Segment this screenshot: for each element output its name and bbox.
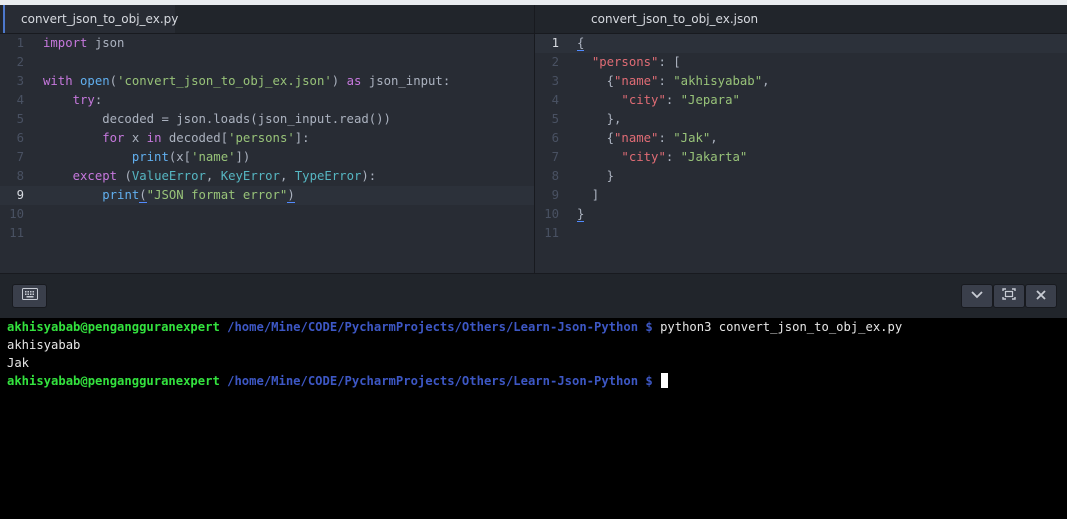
code-text: print("JSON format error") [102,188,295,203]
tab-convert-json-to-obj-json[interactable]: convert_json_to_obj_ex.json [535,5,799,33]
line-number: 10 [544,207,559,221]
line-number: 11 [9,226,24,240]
line-number: 6 [16,131,24,145]
line-number: 4 [16,93,24,107]
line-number: 7 [551,150,559,164]
code-text: for x in decoded['persons']: [102,131,310,145]
line-number: 8 [551,169,559,183]
maximize-icon [1002,288,1016,300]
code-line-current: 9 print("JSON format error") [0,186,534,205]
code-line: 10} [535,205,1067,224]
code-text: with open('convert_json_to_obj_ex.json')… [43,74,451,88]
code-text: try: [72,93,103,107]
code-text: decoded = json.loads(json_input.read()) [43,112,391,126]
code-text: except (ValueError, KeyError, TypeError)… [72,169,377,183]
terminal-command: python3 convert_json_to_obj_ex.py [660,320,903,334]
code-text: }, [577,112,622,126]
line-number: 3 [551,74,559,88]
close-icon [1036,290,1046,300]
code-line: 11 [535,224,1067,243]
code-text: "city": "Jakarta" [621,150,748,164]
terminal-output-line: akhisyabab [7,338,81,352]
terminal-toolbar [0,273,1067,319]
keyboard-button[interactable] [12,284,47,308]
line-number: 3 [16,74,24,88]
line-number: 5 [551,112,559,126]
keyboard-icon [21,288,38,300]
code-editor-json[interactable]: 1{ 2 "persons": [ 3 {"name": "akhisyabab… [535,34,1067,273]
code-line: 4 "city": "Jepara" [535,91,1067,110]
maximize-terminal-button[interactable] [993,284,1025,308]
code-line: 3 {"name": "akhisyabab", [535,72,1067,91]
line-number: 11 [544,226,559,240]
tab-convert-json-to-obj-py[interactable]: convert_json_to_obj_ex.py [3,5,178,33]
line-number: 9 [16,188,24,202]
line-number: 7 [16,150,24,164]
terminal-line-command: akhisyabab@pengangguranexpert /home/Mine… [7,318,1067,336]
prompt-user-host: akhisyabab@pengangguranexpert [7,320,220,334]
code-text: } [577,207,585,222]
code-line: 2 "persons": [ [535,53,1067,72]
line-number: 6 [551,131,559,145]
code-line: 10 [0,205,534,224]
code-line-current: 1{ [535,34,1067,53]
code-line: 5 decoded = json.loads(json_input.read()… [0,110,534,129]
code-line: 7 print(x['name']) [0,148,534,167]
chevron-down-icon [971,291,983,299]
terminal-line-prompt: akhisyabab@pengangguranexpert /home/Mine… [7,372,1067,390]
code-text: } [577,169,615,183]
prompt-path: /home/Mine/CODE/PycharmProjects/Others/L… [219,374,639,388]
prompt-path: /home/Mine/CODE/PycharmProjects/Others/L… [219,320,639,334]
code-line: 1 import json [0,34,534,53]
code-line: 4 try: [0,91,534,110]
code-line: 8 } [535,167,1067,186]
code-line: 5 }, [535,110,1067,129]
editor-pane-python: convert_json_to_obj_ex.py 1 import json 2… [0,5,534,273]
prompt-user-host: akhisyabab@pengangguranexpert [7,374,220,388]
terminal-output-line: Jak [7,356,30,370]
editor-pane-json: convert_json_to_obj_ex.json 1{ 2 "person… [535,5,1067,273]
code-editor-python[interactable]: 1 import json 2 3 with open('convert_json_… [0,34,534,273]
prompt-symbol: $ [638,374,661,388]
code-text: { [577,36,585,51]
close-terminal-button[interactable] [1025,284,1057,308]
tab-bar-right: convert_json_to_obj_ex.json [535,5,1067,34]
tab-bar-left: convert_json_to_obj_ex.py [0,5,534,34]
code-line: 7 "city": "Jakarta" [535,148,1067,167]
code-line: 8 except (ValueError, KeyError, TypeErro… [0,167,534,186]
code-text: {"name": "akhisyabab", [577,74,770,88]
code-line: 3 with open('convert_json_to_obj_ex.json'… [0,72,534,91]
line-number: 1 [16,36,24,50]
terminal[interactable]: akhisyabab@pengangguranexpert /home/Mine… [0,318,1067,519]
line-number: 8 [16,169,24,183]
code-text: {"name": "Jak", [577,131,718,145]
code-text: import json [43,36,125,50]
code-text: print(x['name']) [131,150,251,164]
line-number: 5 [16,112,24,126]
line-number: 1 [551,36,559,50]
line-number: 10 [9,207,24,221]
line-number: 9 [551,188,559,202]
prompt-symbol: $ [638,320,661,334]
line-number: 4 [551,93,559,107]
minimize-terminal-button[interactable] [961,284,993,308]
code-text: ] [577,188,600,202]
code-line: 6 {"name": "Jak", [535,129,1067,148]
terminal-cursor [661,373,669,388]
code-text: "persons": [ [591,55,681,69]
line-number: 2 [551,55,559,69]
code-line: 6 for x in decoded['persons']: [0,129,534,148]
line-number: 2 [16,55,24,69]
code-line: 11 [0,224,534,243]
code-line: 2 [0,53,534,72]
code-text: "city": "Jepara" [621,93,740,107]
code-line: 9 ] [535,186,1067,205]
